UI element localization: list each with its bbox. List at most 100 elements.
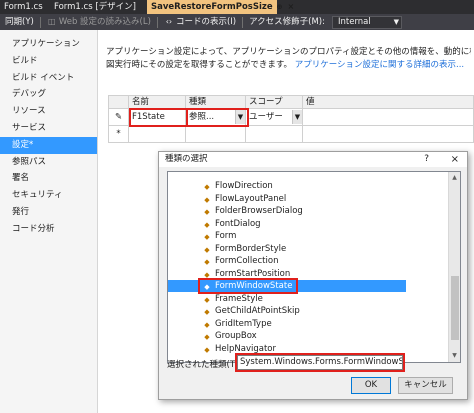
code-icon: ‹› bbox=[165, 17, 173, 26]
tree-scrollbar[interactable]: ▲ ▼ bbox=[448, 172, 460, 362]
selected-type-field-highlight-box bbox=[235, 353, 405, 372]
sidebar-item-signing[interactable]: 署名 bbox=[0, 170, 97, 187]
list-item[interactable]: ◆ GroupBox bbox=[168, 330, 406, 342]
grid-header-row: 名前 種類 スコープ 値 bbox=[108, 95, 474, 109]
load-web-settings-button[interactable]: ◫ Web 設定の読み込み(L) bbox=[44, 14, 154, 30]
list-item[interactable]: ◆ FlowDirection bbox=[168, 180, 406, 192]
edit-row-icon: ✎ bbox=[108, 109, 129, 126]
sidebar-item-build[interactable]: ビルド bbox=[0, 53, 97, 70]
ok-button[interactable]: OK bbox=[351, 377, 391, 394]
type-highlight-box bbox=[186, 108, 249, 127]
name-highlight-box bbox=[129, 108, 188, 127]
grid-header-value[interactable]: 値 bbox=[303, 95, 474, 109]
dialog-title: 種類の選択 bbox=[165, 154, 208, 164]
settings-description: アプリケーション設定によって、アプリケーションのプロパティ設定とその他の情報を、… bbox=[106, 46, 471, 72]
grid-header-marker bbox=[108, 95, 129, 109]
type-tree[interactable]: ◆ FlowDirection ◆ FlowLayoutPanel ◆ FolderB… bbox=[167, 171, 461, 363]
list-item[interactable]: ◆ FormCollection bbox=[168, 255, 406, 267]
class-icon: ◆ bbox=[204, 208, 210, 216]
enum-icon: ◆ bbox=[204, 295, 210, 304]
enum-icon: ◆ bbox=[204, 320, 210, 329]
chevron-down-icon: ▼ bbox=[393, 17, 399, 26]
toolbar-separator bbox=[242, 16, 244, 28]
description-line-1: アプリケーション設定によって、アプリケーションのプロパティ設定とその他の情報を、… bbox=[106, 47, 471, 57]
sync-label: 同期(Y) bbox=[5, 17, 34, 27]
list-item[interactable]: ◆ FontDialog bbox=[168, 218, 406, 230]
grid-header-name[interactable]: 名前 bbox=[129, 95, 186, 109]
setting-value-cell[interactable] bbox=[303, 126, 474, 143]
sync-button[interactable]: 同期(Y) bbox=[2, 14, 37, 30]
class-icon: ◆ bbox=[204, 333, 210, 341]
setting-scope-value: ユーザー bbox=[249, 112, 283, 122]
document-tab-strip: Form1.cs Form1.cs [デザイン] SaveRestoreForm… bbox=[0, 0, 474, 14]
list-item[interactable]: ◆ FormBorderStyle bbox=[168, 243, 406, 255]
new-row-icon: * bbox=[108, 126, 129, 143]
description-text-2: 図実行時にその設定を取得することができます。 bbox=[106, 60, 292, 70]
list-item[interactable]: ◆ FlowLayoutPanel bbox=[168, 193, 406, 205]
class-icon: ◆ bbox=[204, 220, 210, 229]
setting-name-cell[interactable] bbox=[129, 126, 186, 143]
settings-help-link[interactable]: アプリケーション設定に関する詳細の表示... bbox=[295, 60, 464, 70]
help-icon[interactable]: ? bbox=[424, 152, 429, 167]
type-name: FlowLayoutPanel bbox=[215, 193, 287, 204]
list-item[interactable]: ◆ FolderBrowserDialog bbox=[168, 205, 406, 217]
pin-icon[interactable]: ⊕ bbox=[277, 0, 283, 14]
class-icon: ◆ bbox=[204, 195, 210, 204]
list-item[interactable]: ◆ GridItemType bbox=[168, 318, 406, 330]
chevron-down-icon[interactable]: ▼ bbox=[292, 110, 302, 124]
description-line-2: 図実行時にその設定を取得することができます。 アプリケーション設定に関する詳細の… bbox=[106, 59, 471, 72]
sidebar-item-reference-paths[interactable]: 参照パス bbox=[0, 154, 97, 171]
setting-type-cell[interactable] bbox=[186, 126, 246, 143]
setting-scope-cell[interactable]: ユーザー ▼ bbox=[246, 109, 303, 126]
dialog-title-bar: 種類の選択 ? × bbox=[159, 152, 467, 167]
type-name: FrameStyle bbox=[215, 293, 263, 304]
sidebar-item-application[interactable]: アプリケーション bbox=[0, 36, 97, 53]
sidebar-item-services[interactable]: サービス bbox=[0, 120, 97, 137]
enum-icon: ◆ bbox=[204, 183, 210, 191]
sidebar-item-resources[interactable]: リソース bbox=[0, 103, 97, 120]
scroll-down-icon[interactable]: ▼ bbox=[449, 350, 460, 362]
enum-icon: ◆ bbox=[204, 245, 210, 254]
class-icon: ◆ bbox=[204, 258, 210, 266]
tab-form1-design[interactable]: Form1.cs [デザイン] bbox=[50, 0, 147, 14]
type-name: FormCollection bbox=[215, 256, 279, 266]
sidebar-item-build-events[interactable]: ビルド イベント bbox=[0, 70, 97, 87]
tab-label: Form1.cs [デザイン] bbox=[54, 2, 136, 12]
view-code-button[interactable]: ‹› コードの表示(I) bbox=[161, 14, 239, 30]
tab-save-restore-form-pos-size[interactable]: SaveRestoreFormPosSize ⊕ × bbox=[147, 0, 294, 14]
load-web-label: Web 設定の読み込み(L) bbox=[58, 17, 151, 27]
sidebar-item-security[interactable]: セキュリティ bbox=[0, 187, 97, 204]
list-item[interactable]: ◆ Form bbox=[168, 230, 406, 242]
setting-scope-cell[interactable] bbox=[246, 126, 303, 143]
setting-value-cell[interactable] bbox=[303, 109, 474, 126]
scroll-up-icon[interactable]: ▲ bbox=[449, 172, 460, 184]
grid-header-scope[interactable]: スコープ bbox=[246, 95, 303, 109]
access-modifier-label: アクセス修飾子(M): bbox=[246, 14, 328, 30]
toolbar-separator bbox=[156, 16, 158, 28]
sidebar-item-code-analysis[interactable]: コード分析 bbox=[0, 221, 97, 238]
enum-icon: ◆ bbox=[204, 345, 210, 354]
sidebar-item-debug[interactable]: デバッグ bbox=[0, 86, 97, 103]
grid-header-type[interactable]: 種類 bbox=[186, 95, 246, 109]
access-modifier-value: Internal bbox=[337, 16, 371, 27]
access-modifier-select[interactable]: Internal ▼ bbox=[331, 15, 402, 29]
close-icon[interactable]: × bbox=[288, 0, 295, 14]
list-item[interactable]: ◆ GetChildAtPointSkip bbox=[168, 305, 406, 317]
type-name: GetChildAtPointSkip bbox=[215, 306, 300, 316]
type-name: FontDialog bbox=[215, 218, 261, 229]
type-name: FormStartPosition bbox=[215, 268, 291, 279]
scrollbar-thumb[interactable] bbox=[451, 276, 459, 340]
table-row: * bbox=[108, 126, 474, 143]
tab-form1-cs[interactable]: Form1.cs bbox=[0, 0, 50, 14]
list-item[interactable]: ◆ FrameStyle bbox=[168, 293, 406, 305]
type-name: GroupBox bbox=[215, 331, 257, 341]
access-modifier-text: アクセス修飾子(M): bbox=[249, 17, 325, 27]
sidebar-item-settings[interactable]: 設定* bbox=[0, 136, 97, 154]
sidebar-item-publish[interactable]: 発行 bbox=[0, 204, 97, 221]
type-name: GridItemType bbox=[215, 318, 272, 329]
cancel-button[interactable]: キャンセル bbox=[398, 377, 453, 394]
settings-grid: 名前 種類 スコープ 値 ✎ F1State 参照... ▼ ユーザー ▼ * bbox=[108, 95, 474, 143]
type-name: FolderBrowserDialog bbox=[215, 206, 303, 216]
close-icon[interactable]: × bbox=[451, 152, 459, 167]
class-icon: ◆ bbox=[204, 233, 210, 241]
